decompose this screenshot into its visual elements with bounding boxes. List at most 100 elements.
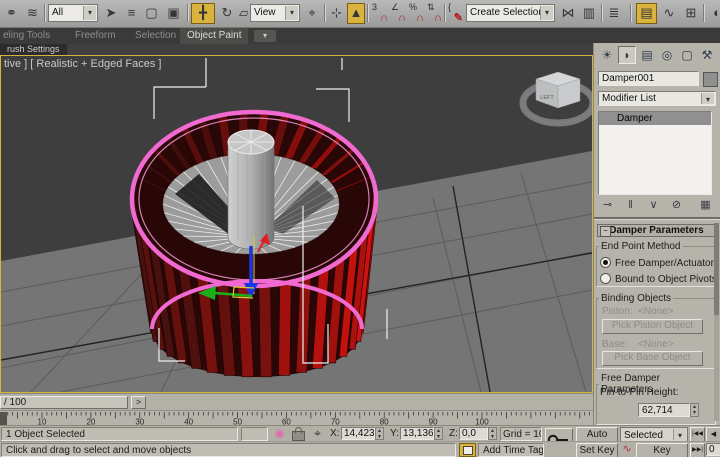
remove-modifier-icon[interactable]: ⊘ <box>667 198 686 214</box>
curve-editor-icon[interactable]: ∿ <box>659 3 679 24</box>
pick-base-object-button[interactable]: Pick Base Object <box>602 351 703 366</box>
modify-tab-icon[interactable]: ◗ <box>618 46 636 64</box>
x-spinner[interactable]: ▴▾ <box>375 427 384 440</box>
transform-gizmo[interactable] <box>193 234 273 304</box>
select-by-name-icon[interactable]: ≡ <box>122 3 141 24</box>
radio-free-damper[interactable]: Free Damper/Actuator <box>600 257 714 268</box>
set-key-button[interactable]: Set Key <box>576 443 618 457</box>
object-name-field[interactable]: Damper001 <box>598 71 699 86</box>
modifier-list-dropdown[interactable]: Modifier List▾ <box>598 91 716 106</box>
named-selection-sets-dropdown[interactable]: Create Selection Se▾ <box>466 4 555 22</box>
select-and-rotate-icon[interactable]: ↻ <box>216 3 238 24</box>
dropdown-arrow-icon[interactable]: ▾ <box>285 6 298 20</box>
selection-lock-icon[interactable] <box>292 431 305 441</box>
bind-to-space-warp-icon[interactable]: ≋ <box>23 3 42 24</box>
ribbon-tab-object-paint[interactable]: Object Paint <box>180 28 248 44</box>
angle-snap-toggle-icon[interactable]: ∠∩ <box>390 3 407 24</box>
go-to-start-button[interactable]: |◀◀ <box>690 427 705 442</box>
previous-frame-button[interactable]: ◀ <box>706 427 720 442</box>
y-spinner[interactable]: ▴▾ <box>434 427 443 440</box>
pin-stack-icon[interactable]: ⊸ <box>598 198 617 214</box>
track-bar[interactable]: 102030405060708090100 <box>0 410 593 425</box>
isolate-cube-icon[interactable] <box>459 443 476 457</box>
panel-scrollbar[interactable] <box>714 223 719 421</box>
time-slider-track[interactable]: / 100 > <box>0 393 593 410</box>
radio-bound-pivots[interactable]: Bound to Object Pivots <box>600 273 717 284</box>
ribbon-tab-modeling-tools[interactable]: eling Tools <box>0 28 57 44</box>
viewport-label[interactable]: tive ] [ Realistic + Edged Faces ] <box>4 58 161 70</box>
edit-named-selection-sets-icon[interactable]: {✎ <box>447 3 464 24</box>
modifier-stack[interactable]: Damper <box>598 111 712 195</box>
utilities-tab-icon[interactable]: ⚒ <box>698 46 716 64</box>
ribbon-minimize-icon[interactable]: ▾ <box>254 30 276 42</box>
ribbon-panel-brush-settings[interactable]: rush Settings <box>0 44 67 55</box>
pick-piston-object-button[interactable]: Pick Piston Object <box>602 319 703 334</box>
time-slider-next-icon[interactable]: > <box>131 396 146 409</box>
hierarchy-tab-icon[interactable]: ▤ <box>638 46 656 64</box>
time-slider-handle[interactable]: / 100 <box>0 396 128 409</box>
key-selection-dropdown[interactable]: Selected▾ <box>620 427 688 442</box>
ribbon-tab-freeform[interactable]: Freeform <box>68 28 123 44</box>
toolbar-separator <box>367 4 369 22</box>
track-bar-ruler[interactable]: 102030405060708090100 <box>0 411 593 426</box>
viewport-canvas[interactable]: LEFT <box>1 56 592 392</box>
create-tab-icon[interactable]: ☀ <box>598 46 616 64</box>
select-and-scale-icon[interactable]: ▱ <box>239 3 248 24</box>
modifier-stack-item-damper[interactable]: Damper <box>599 112 711 125</box>
select-and-link-icon[interactable]: ⚭ <box>2 3 21 24</box>
object-color-swatch[interactable] <box>703 72 718 87</box>
notification-balloon-icon[interactable]: ◉ <box>272 426 287 440</box>
free-damper-parameters-group: Free Damper Parameters <box>596 373 716 425</box>
snaps-toggle-icon[interactable]: 3∩ <box>371 3 389 24</box>
select-and-manipulate-icon[interactable]: ⊹ <box>328 3 345 24</box>
motion-tab-icon[interactable]: ◎ <box>658 46 676 64</box>
window-crossing-toggle-icon[interactable]: ▣ <box>163 3 184 24</box>
show-end-result-icon[interactable]: ‖ <box>621 198 640 214</box>
schematic-view-icon[interactable]: ⊞ <box>681 3 701 24</box>
current-frame-field[interactable]: 0 <box>706 443 720 456</box>
transform-typein-icon[interactable]: ⌖ <box>310 426 325 440</box>
display-tab-icon[interactable]: ▢ <box>678 46 696 64</box>
pin-to-pin-height-field[interactable]: 62,714 <box>638 403 690 417</box>
mirror-icon[interactable]: ⋈ <box>558 3 578 24</box>
reference-coordinate-dropdown[interactable]: View▾ <box>250 4 300 22</box>
use-pivot-point-icon[interactable]: ⌖ <box>302 3 322 24</box>
layer-manager-icon[interactable]: ≣ <box>604 3 624 24</box>
y-coordinate-field[interactable]: 13,136 <box>400 427 434 440</box>
z-spinner[interactable]: ▴▾ <box>488 427 497 440</box>
select-and-move-icon[interactable]: ╋ <box>191 3 215 24</box>
dropdown-arrow-icon[interactable]: ▾ <box>540 6 553 20</box>
modifier-stack-toolbar: ⊸‖∨⊘ ▦ <box>596 197 719 215</box>
keyboard-shortcut-override-icon[interactable]: ▲ <box>347 3 365 24</box>
pin-to-pin-height-spinner[interactable]: ▴▾ <box>690 403 699 417</box>
add-time-tag[interactable]: Add Time Tag <box>478 443 544 457</box>
selection-filter-dropdown[interactable]: All▾ <box>48 4 98 22</box>
dropdown-arrow-icon[interactable]: ▾ <box>701 93 714 104</box>
rectangular-selection-region-icon[interactable]: ▢ <box>142 3 161 24</box>
go-to-end-button[interactable]: ▶▶| <box>690 443 705 457</box>
spinner-snap-toggle-icon[interactable]: ⇅∩ <box>426 3 443 24</box>
make-unique-icon[interactable]: ∨ <box>644 198 663 214</box>
toggle-ribbon-icon[interactable]: ▤ <box>636 3 657 24</box>
auto-key-button[interactable]: Auto Key <box>576 427 618 442</box>
radio-icon[interactable] <box>600 257 611 268</box>
select-object-icon[interactable]: ➤ <box>101 3 121 24</box>
perspective-viewport[interactable]: LEFT tive ] [ Realistic + Edged Faces ] <box>0 55 593 393</box>
radio-icon[interactable] <box>600 273 611 284</box>
key-filters-button[interactable]: Key Filters... <box>636 443 688 457</box>
percent-snap-toggle-icon[interactable]: %∩ <box>408 3 425 24</box>
viewcube[interactable] <box>520 66 593 126</box>
collapse-icon[interactable]: − <box>600 226 611 237</box>
align-icon[interactable]: ▥ <box>579 3 599 24</box>
dropdown-arrow-icon[interactable]: ▾ <box>83 6 96 20</box>
toolbar-separator <box>703 4 705 22</box>
damper-parameters-rollout[interactable]: − Damper Parameters <box>597 224 716 237</box>
new-key-curve-icon[interactable]: ∿ <box>620 442 634 456</box>
x-coordinate-field[interactable]: 14,423 <box>341 427 375 440</box>
configure-modifier-sets-icon[interactable]: ▦ <box>696 198 715 214</box>
material-editor-icon[interactable]: ◐ <box>707 3 720 24</box>
z-coordinate-field[interactable]: 0,0 <box>459 427 488 440</box>
ribbon-tab-selection[interactable]: Selection <box>128 28 183 44</box>
dropdown-arrow-icon[interactable]: ▾ <box>673 429 686 440</box>
panel-scrollbar-thumb[interactable] <box>714 223 719 315</box>
